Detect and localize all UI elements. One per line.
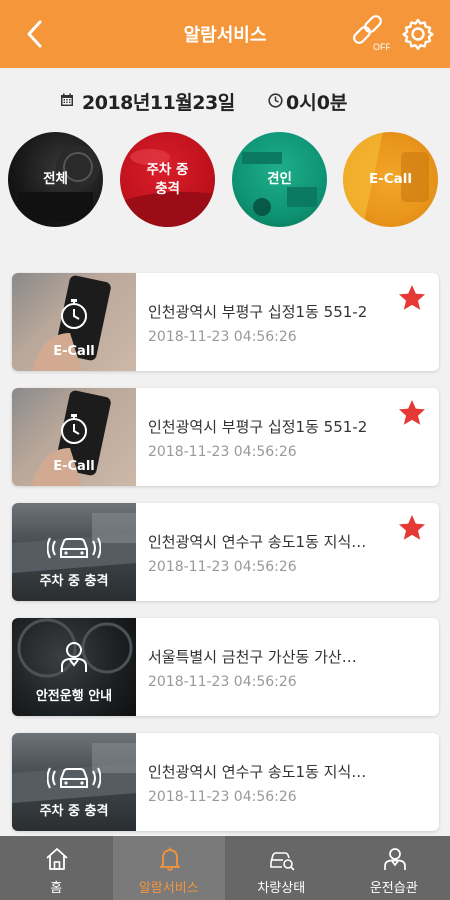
notification-off-toggle[interactable]: OFF bbox=[350, 14, 391, 54]
clock-icon bbox=[268, 93, 283, 108]
home-icon bbox=[46, 848, 68, 870]
tab-driving-habits[interactable]: 운전습관 bbox=[338, 836, 450, 900]
gear-icon bbox=[402, 18, 434, 50]
alarm-timestamp: 2018-11-23 04:56:26 bbox=[148, 789, 297, 805]
alarm-timestamp: 2018-11-23 04:56:26 bbox=[148, 329, 297, 345]
current-time: 0시0분 bbox=[286, 92, 348, 114]
alarm-address: 인천광역시 부평구 십정1동 551-2 bbox=[148, 303, 368, 321]
alarm-type-label: E-Call bbox=[53, 459, 95, 474]
star-icon[interactable] bbox=[397, 283, 427, 313]
filter-all-button[interactable]: 전체 bbox=[8, 132, 103, 227]
parking-impact-thumbnail: 주차 중 충격 bbox=[12, 503, 136, 601]
alarm-type-label: E-Call bbox=[53, 344, 95, 359]
alarm-list-item[interactable]: 주차 중 충격 인천광역시 연수구 송도1동 지식… 2018-11-23 04… bbox=[12, 733, 439, 831]
chevron-left-icon bbox=[27, 20, 42, 48]
app-header: 알람서비스 OFF bbox=[0, 0, 450, 68]
driver-icon bbox=[61, 642, 87, 672]
star-icon[interactable] bbox=[397, 513, 427, 543]
car-impact-icon bbox=[47, 767, 101, 789]
alarm-type-label: 주차 중 충격 bbox=[39, 804, 109, 819]
filter-parking-impact-label: 주차 중 충격 bbox=[146, 161, 189, 197]
alarm-timestamp: 2018-11-23 04:56:26 bbox=[148, 559, 297, 575]
filter-tow-label: 견인 bbox=[267, 171, 292, 187]
stopwatch-icon bbox=[61, 299, 87, 329]
tab-vehicle-status-label: 차량상태 bbox=[257, 881, 306, 896]
car-search-icon bbox=[270, 852, 295, 871]
svg-text:OFF: OFF bbox=[373, 42, 390, 52]
filter-parking-impact-button[interactable]: 주차 중 충격 bbox=[120, 132, 215, 227]
filter-ecall-button[interactable]: E-Call bbox=[343, 132, 438, 227]
tab-vehicle-status[interactable]: 차량상태 bbox=[225, 836, 338, 900]
tab-driving-habits-label: 운전습관 bbox=[369, 881, 418, 896]
filter-ecall-label: E-Call bbox=[368, 171, 413, 187]
stopwatch-icon bbox=[61, 414, 87, 444]
driver-profile-icon bbox=[383, 848, 406, 870]
bell-icon bbox=[159, 847, 180, 871]
parking-impact-thumbnail: 주차 중 충격 bbox=[12, 733, 136, 831]
alarm-list-item[interactable]: E-Call 인천광역시 부평구 십정1동 551-2 2018-11-23 0… bbox=[12, 273, 439, 371]
alarm-timestamp: 2018-11-23 04:56:26 bbox=[148, 674, 297, 690]
bottom-tab-bar: 홈 알람서비스 차량상태 운전습관 bbox=[0, 836, 450, 900]
filter-all-label: 전체 bbox=[43, 171, 68, 187]
alarm-type-label: 안전운행 안내 bbox=[35, 689, 113, 704]
current-date: 2018년11월23일 bbox=[82, 92, 235, 114]
calendar-icon bbox=[61, 93, 73, 106]
star-icon[interactable] bbox=[397, 398, 427, 428]
back-button[interactable] bbox=[20, 18, 50, 50]
car-impact-icon bbox=[47, 537, 101, 559]
tab-alarm-service-label: 알람서비스 bbox=[138, 881, 199, 896]
alarm-address: 인천광역시 부평구 십정1동 551-2 bbox=[148, 418, 368, 436]
tab-home-label: 홈 bbox=[50, 881, 63, 896]
filter-tow-button[interactable]: 견인 bbox=[232, 132, 327, 227]
alarm-list-item[interactable]: 안전운행 안내 서울특별시 금천구 가산동 가산… 2018-11-23 04:… bbox=[12, 618, 439, 716]
tab-home[interactable]: 홈 bbox=[0, 836, 113, 900]
date-time-bar: 2018년11월23일 0시0분 bbox=[0, 85, 450, 115]
link-off-icon: OFF bbox=[353, 15, 391, 52]
page-title: 알람서비스 bbox=[183, 25, 267, 46]
alarm-address: 서울특별시 금천구 가산동 가산… bbox=[148, 648, 357, 666]
alarm-type-label: 주차 중 충격 bbox=[39, 574, 109, 589]
alarm-list-item[interactable]: E-Call 인천광역시 부평구 십정1동 551-2 2018-11-23 0… bbox=[12, 388, 439, 486]
alarm-timestamp: 2018-11-23 04:56:26 bbox=[148, 444, 297, 460]
ecall-thumbnail: E-Call bbox=[12, 273, 136, 371]
safe-driving-thumbnail: 안전운행 안내 bbox=[12, 618, 136, 716]
settings-button[interactable] bbox=[400, 16, 436, 52]
ecall-thumbnail: E-Call bbox=[12, 388, 136, 486]
alarm-address: 인천광역시 연수구 송도1동 지식… bbox=[148, 533, 367, 551]
alarm-address: 인천광역시 연수구 송도1동 지식… bbox=[148, 763, 367, 781]
tab-alarm-service[interactable]: 알람서비스 bbox=[112, 836, 225, 900]
alarm-list-item[interactable]: 주차 중 충격 인천광역시 연수구 송도1동 지식… 2018-11-23 04… bbox=[12, 503, 439, 601]
